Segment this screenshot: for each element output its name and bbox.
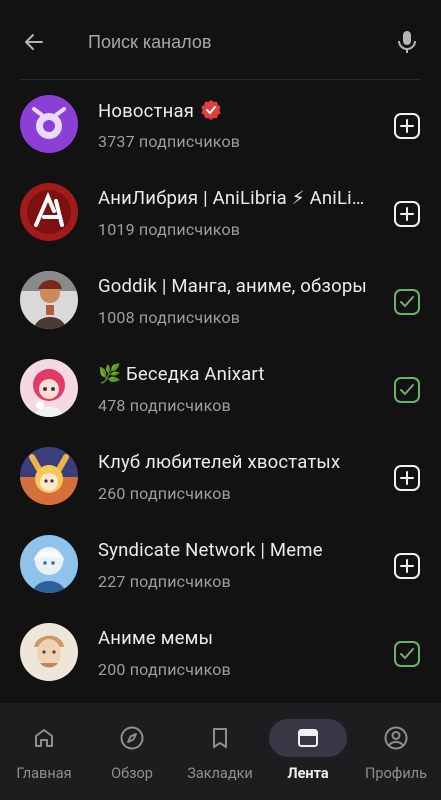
compass-icon bbox=[120, 726, 144, 750]
nav-label: Закладки bbox=[187, 765, 253, 782]
channel-title: АниЛибрия | AniLibria ⚡ AniLibria bbox=[98, 187, 370, 209]
unsubscribe-button[interactable] bbox=[393, 376, 421, 404]
subscriber-count: 3737 подписчиков bbox=[98, 132, 241, 151]
feed-icon bbox=[298, 729, 318, 747]
channel-list: Новостная 3737 подписчиков АниЛибрия | A… bbox=[0, 81, 441, 697]
channel-avatar bbox=[20, 183, 78, 241]
unsubscribe-button[interactable] bbox=[393, 640, 421, 668]
nav-item-overview[interactable]: Обзор bbox=[93, 703, 171, 800]
channel-avatar bbox=[20, 623, 78, 681]
channel-title: Аниме мемы bbox=[98, 627, 214, 649]
channel-avatar bbox=[20, 359, 78, 417]
channel-title: 🌿 Беседка Anixart bbox=[98, 363, 265, 385]
nav-item-home[interactable]: Главная bbox=[5, 703, 83, 800]
search-bar bbox=[0, 0, 441, 80]
subscriber-count: 1019 подписчиков bbox=[98, 220, 241, 239]
divider bbox=[20, 79, 421, 80]
profile-icon bbox=[384, 726, 408, 750]
voice-search-button[interactable] bbox=[390, 24, 424, 60]
channel-title: Goddik | Манга, аниме, обзоры bbox=[98, 275, 367, 297]
checked-icon bbox=[394, 377, 420, 403]
channel-row[interactable]: АниЛибрия | AniLibria ⚡ AniLibria 1019 п… bbox=[0, 169, 441, 257]
channel-avatar bbox=[20, 271, 78, 329]
channel-row[interactable]: 🌿 Беседка Anixart 478 подписчиков bbox=[0, 345, 441, 433]
subscriber-count: 227 подписчиков bbox=[98, 572, 231, 591]
channel-title: Syndicate Network | Meme bbox=[98, 539, 323, 561]
channel-title: Новостная bbox=[98, 99, 370, 122]
nav-item-bookmarks[interactable]: Закладки bbox=[181, 703, 259, 800]
channel-avatar bbox=[20, 95, 78, 153]
arrow-left-icon bbox=[25, 34, 43, 50]
unsubscribe-button[interactable] bbox=[393, 288, 421, 316]
microphone-icon bbox=[398, 31, 416, 53]
subscriber-count: 200 подписчиков bbox=[98, 660, 231, 679]
channel-title: Клуб любителей хвостатых bbox=[98, 451, 341, 473]
bookmark-icon bbox=[213, 728, 227, 748]
nav-label: Профиль bbox=[365, 765, 427, 782]
nav-label: Лента bbox=[287, 765, 329, 782]
add-icon bbox=[394, 465, 420, 491]
add-icon bbox=[394, 553, 420, 579]
bottom-navigation: Главная Обзор Закладки Лента Профиль bbox=[0, 703, 441, 800]
subscribe-button[interactable] bbox=[393, 464, 421, 492]
add-icon bbox=[394, 201, 420, 227]
channel-row[interactable]: Аниме мемы 200 подписчиков bbox=[0, 609, 441, 697]
channel-avatar bbox=[20, 535, 78, 593]
subscribe-button[interactable] bbox=[393, 112, 421, 140]
nav-item-profile[interactable]: Профиль bbox=[357, 703, 435, 800]
search-input[interactable] bbox=[88, 26, 378, 58]
checked-icon bbox=[394, 289, 420, 315]
channel-row[interactable]: Клуб любителей хвостатых 260 подписчиков bbox=[0, 433, 441, 521]
subscribe-button[interactable] bbox=[393, 200, 421, 228]
nav-label: Главная bbox=[16, 765, 72, 782]
nav-label: Обзор bbox=[111, 765, 153, 782]
back-button[interactable] bbox=[16, 24, 52, 60]
verified-badge-icon bbox=[201, 100, 221, 120]
subscribe-button[interactable] bbox=[393, 552, 421, 580]
channel-row[interactable]: Syndicate Network | Meme 227 подписчиков bbox=[0, 521, 441, 609]
subscriber-count: 260 подписчиков bbox=[98, 484, 231, 503]
channel-row[interactable]: Goddik | Манга, аниме, обзоры 1008 подпи… bbox=[0, 257, 441, 345]
add-icon bbox=[394, 113, 420, 139]
subscriber-count: 1008 подписчиков bbox=[98, 308, 241, 327]
channel-row[interactable]: Новостная 3737 подписчиков bbox=[0, 81, 441, 169]
home-icon bbox=[35, 729, 53, 747]
checked-icon bbox=[394, 641, 420, 667]
subscriber-count: 478 подписчиков bbox=[98, 396, 231, 415]
nav-item-feed[interactable]: Лента bbox=[269, 703, 347, 800]
channel-avatar bbox=[20, 447, 78, 505]
